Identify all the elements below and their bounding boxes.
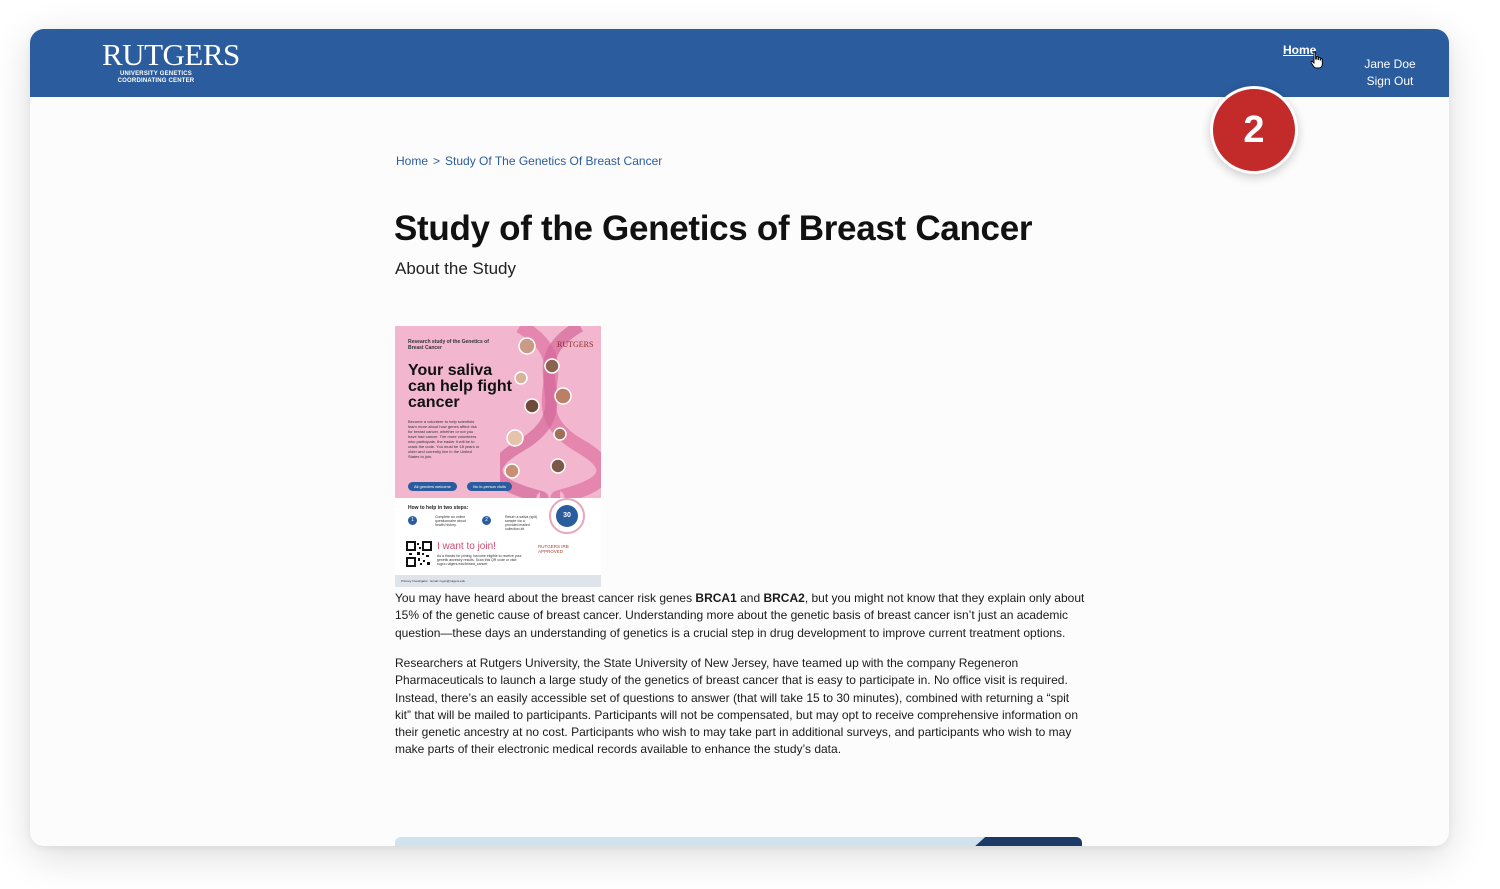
hand-cursor-icon (1310, 51, 1323, 69)
page-subtitle: About the Study (395, 259, 516, 278)
step-number-badge: 2 (1210, 86, 1298, 174)
qr-code-icon (406, 541, 432, 567)
intro-paragraph: You may have heard about the breast canc… (395, 590, 1085, 642)
flyer-step-1-icon: 1 (408, 516, 417, 525)
flyer-join-text: I want to join! (437, 541, 496, 552)
dna-helix-graphic (500, 326, 601, 498)
user-menu: Jane Doe Sign Out (1348, 56, 1432, 90)
bottom-banner (395, 837, 1082, 846)
flyer-pill-genders: All genders welcome (408, 482, 457, 491)
flyer-white-section: How to help in two steps: 1 Complete an … (395, 498, 601, 587)
breadcrumb-home-link[interactable]: Home (396, 154, 428, 168)
study-description-paragraph: Researchers at Rutgers University, the S… (395, 656, 1079, 757)
breadcrumb: Home > Study Of The Genetics Of Breast Can… (396, 154, 662, 168)
logo-wordmark: RUTGERS (102, 37, 240, 72)
flyer-headline: Your saliva can help fight cancer (408, 362, 512, 411)
sign-out-link[interactable]: Sign Out (1348, 73, 1432, 90)
flyer-header-text: Research study of the Genetics of Breast… (408, 339, 489, 351)
top-navigation-bar: RUTGERS UNIVERSITY GENETICS COORDINATING… (30, 29, 1449, 97)
p1-text-and: and (736, 591, 764, 605)
p1-text-a: You may have heard about the breast canc… (395, 591, 696, 605)
flyer-how-to: How to help in two steps: (408, 505, 469, 511)
flyer-body-text: Become a volunteer to help scientists le… (408, 419, 480, 459)
rutgers-logo[interactable]: RUTGERS UNIVERSITY GENETICS COORDINATING… (102, 39, 240, 85)
flyer-step-2-text: Return a saliva (spit) sample via a prov… (505, 515, 538, 531)
browser-frame: RUTGERS UNIVERSITY GENETICS COORDINATING… (30, 29, 1449, 846)
breadcrumb-current-page[interactable]: Study Of The Genetics Of Breast Cancer (445, 154, 662, 168)
flyer-step-2-icon: 2 (482, 516, 491, 525)
page-title: Study of the Genetics of Breast Cancer (394, 209, 1033, 248)
gene-brca2: BRCA2 (763, 591, 805, 605)
bottom-banner-accent (972, 837, 1082, 846)
gene-brca1: BRCA1 (695, 591, 737, 605)
flyer-step-1-text: Complete an online questionnaire about h… (435, 515, 466, 527)
logo-subtitle-line2: COORDINATING CENTER (117, 78, 195, 84)
breadcrumb-separator: > (433, 154, 441, 168)
flyer-pill-visits: No in-person visits (467, 482, 512, 491)
user-name: Jane Doe (1364, 57, 1416, 71)
flyer-irb-stamp: RUTGERS IRB APPROVED (538, 544, 569, 554)
flyer-logo: RUTGERS (557, 340, 594, 349)
flyer-footer: Primary Investigator · Email: rugcc@rutg… (395, 575, 601, 587)
flyer-pink-section: Research study of the Genetics of Breast… (395, 326, 601, 498)
flyer-join-description: As a thanks for joining, become eligible… (437, 554, 522, 566)
study-flyer-image: Research study of the Genetics of Breast… (395, 326, 601, 587)
flyer-time-seal: 30 (549, 498, 585, 534)
flyer-seal-value: 30 (556, 505, 578, 527)
logo-subtitle-line1: UNIVERSITY GENETICS (119, 71, 193, 77)
